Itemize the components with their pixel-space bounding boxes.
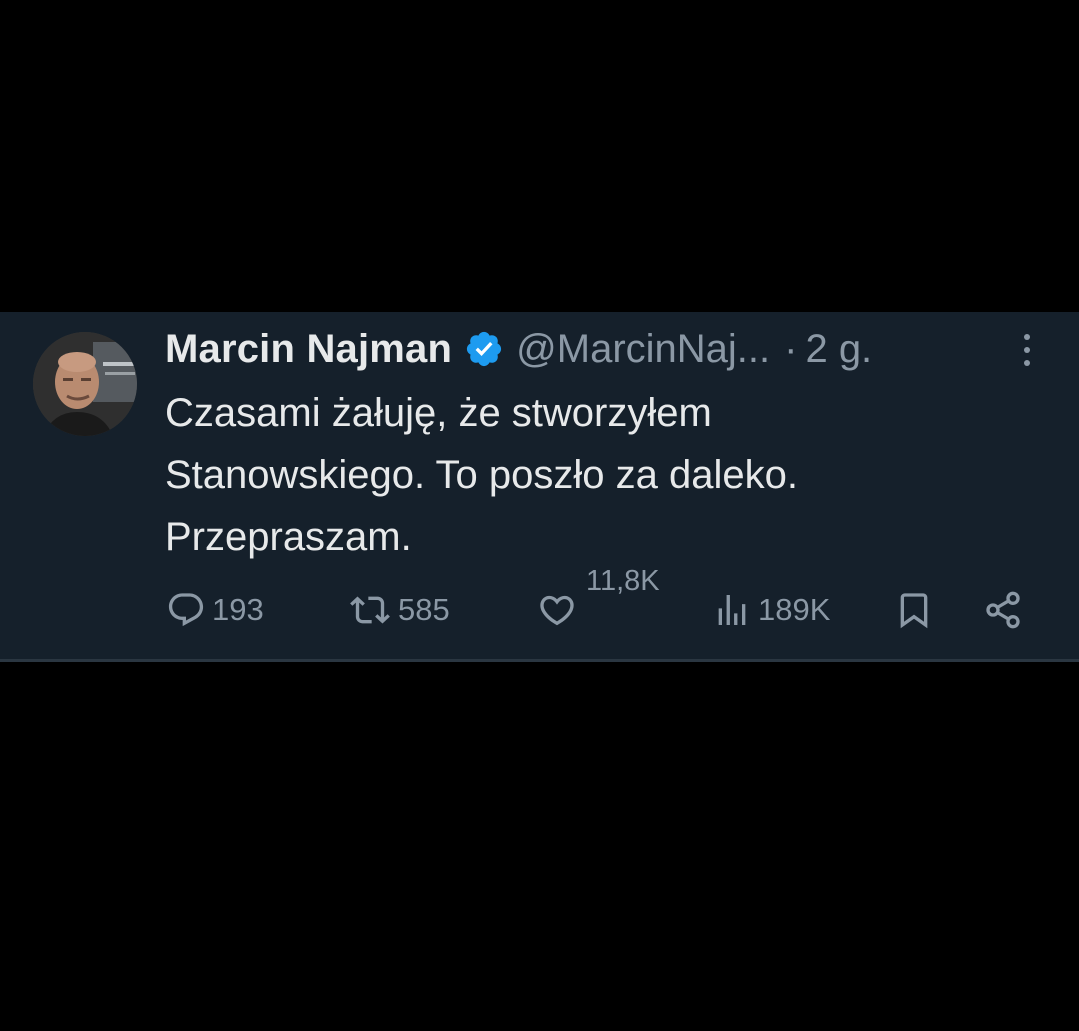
bookmark-icon [894,590,934,630]
avatar-image [33,332,137,436]
author-name[interactable]: Marcin Najman [165,327,452,372]
retweet-icon [348,590,392,630]
tweet-text-line: Stanowskiego. To poszło za daleko. [165,453,798,497]
tweet-timestamp[interactable]: 2 g. [805,327,872,372]
verified-badge-icon [464,329,504,369]
tweet-text-line: Przepraszam. [165,515,412,559]
heart-icon [536,590,578,630]
retweet-count: 585 [398,592,450,627]
author-handle[interactable]: @MarcinNaj... [516,327,770,372]
more-icon[interactable] [1015,334,1039,374]
tweet-text-line: Czasami żałuję, że stworzyłem [165,391,712,435]
views-button[interactable]: 189K [712,590,830,630]
tweet-text: Czasami żałuję, że stworzyłem Stanowskie… [165,382,1045,568]
reply-count: 193 [212,592,264,627]
share-icon [982,590,1024,630]
views-count: 189K [758,592,831,627]
bookmark-button[interactable] [894,590,934,630]
like-button[interactable] [536,590,578,630]
share-button[interactable] [982,590,1024,630]
tweet-header: Marcin Najman @MarcinNaj... · 2 g. [165,324,872,374]
retweet-button[interactable]: 585 [348,590,450,630]
views-icon [712,590,752,630]
reply-button[interactable]: 193 [166,590,264,630]
reply-icon [166,590,206,630]
avatar[interactable] [33,332,137,436]
separator-dot: · [784,326,798,371]
action-bar: 193 585 189K [0,572,1079,642]
tweet-card[interactable]: Marcin Najman @MarcinNaj... · 2 g. Czasa… [0,312,1079,662]
